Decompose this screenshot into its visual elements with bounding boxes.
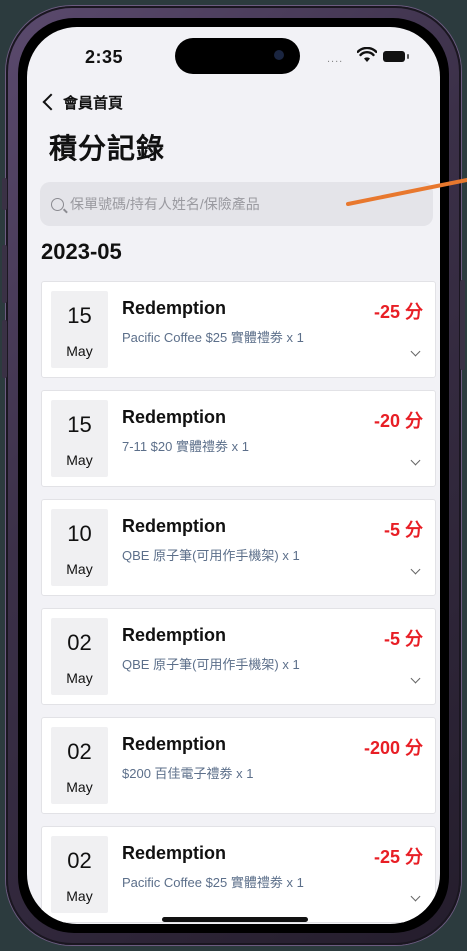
annotation-arrow: [346, 178, 467, 206]
